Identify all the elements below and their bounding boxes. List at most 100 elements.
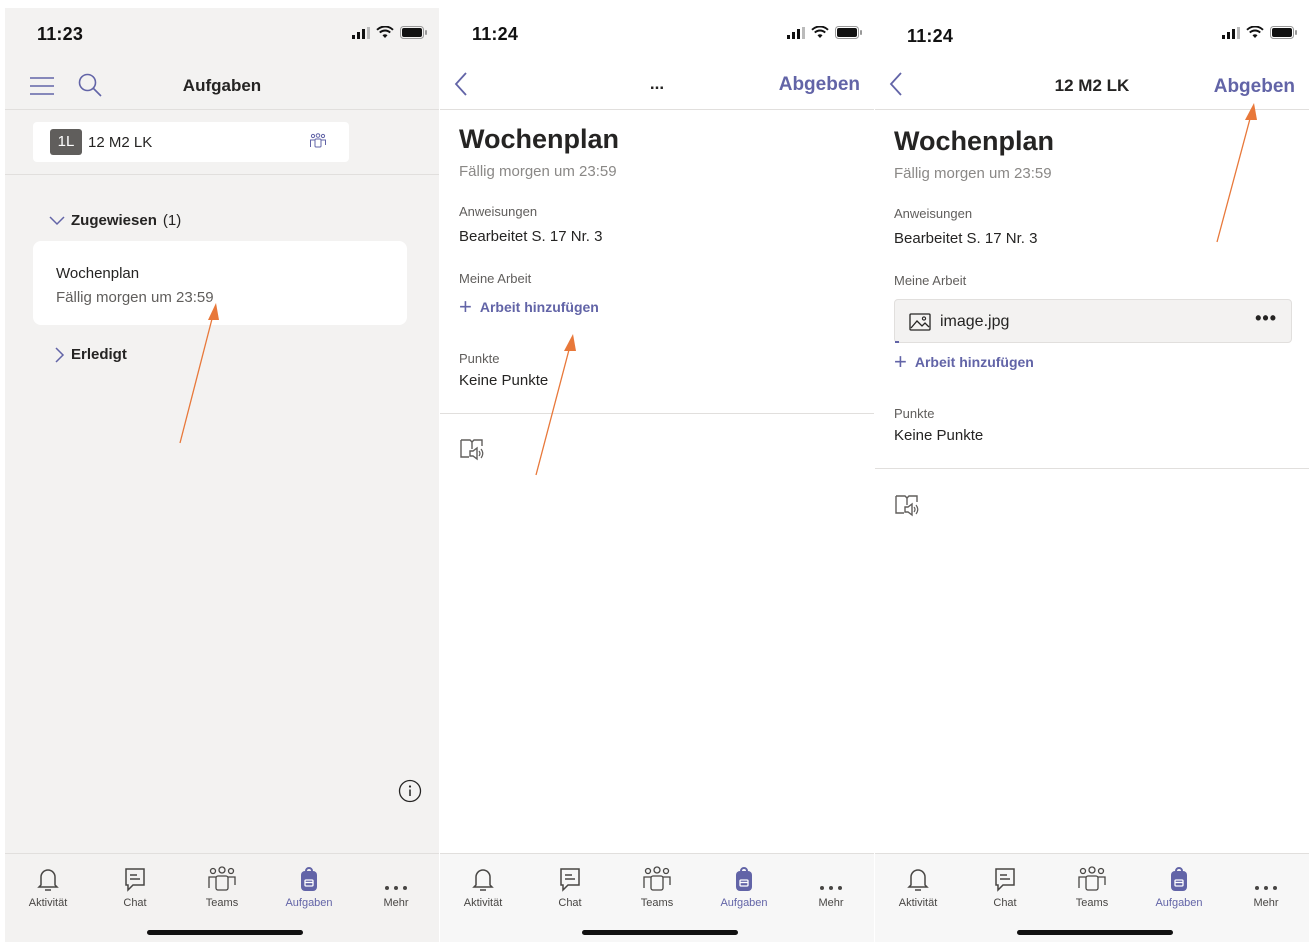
tab-assignments[interactable]: Aufgaben (704, 864, 784, 909)
team-icon (309, 133, 327, 154)
done-section-header[interactable]: Erledigt (55, 346, 127, 363)
home-indicator (1017, 930, 1173, 935)
tab-more[interactable]: Mehr (356, 864, 436, 909)
assigned-label: Zugewiesen (71, 212, 157, 229)
image-file-icon (909, 313, 931, 336)
battery-icon (1270, 26, 1297, 39)
tab-teams[interactable]: Teams (617, 864, 697, 909)
assignment-card[interactable]: Wochenplan Fällig morgen um 23:59 (33, 241, 407, 325)
points-label: Punkte (894, 406, 935, 421)
divider (875, 468, 1309, 469)
instructions-label: Anweisungen (894, 206, 973, 221)
tab-activity[interactable]: Aktivität (443, 864, 523, 909)
page-title: Aufgaben (182, 76, 262, 95)
status-time: 11:24 (472, 24, 519, 44)
assignments-list-screen: 11:23 Aufgaben 1L 12 M2 LK Zugewiesen (1… (5, 8, 439, 942)
my-work-label: Meine Arbeit (459, 271, 532, 286)
backpack-icon (301, 867, 317, 891)
file-more-button[interactable]: ••• (1255, 308, 1277, 329)
tab-teams[interactable]: Teams (1052, 864, 1132, 909)
file-name: image.jpg (940, 313, 1010, 330)
wifi-icon (1246, 26, 1264, 38)
tab-label: Chat (123, 897, 147, 909)
chat-icon (125, 868, 145, 892)
tab-assignments[interactable]: Aufgaben (269, 864, 349, 909)
add-work-label: Arbeit hinzufügen (914, 354, 1034, 370)
submit-button[interactable]: Abgeben (1214, 76, 1295, 98)
class-name: 12 M2 LK (88, 134, 153, 151)
tab-assignments[interactable]: Aufgaben (1139, 864, 1219, 909)
home-indicator (147, 930, 303, 935)
status-bar: 11:24 (875, 8, 1309, 58)
wifi-icon (811, 26, 829, 38)
tab-bar: Aktivität Chat Teams Aufgaben Mehr (875, 853, 1309, 942)
navigation-bar: Aufgaben (5, 64, 439, 110)
tab-label: Aufgaben (720, 897, 768, 909)
battery-icon (835, 26, 862, 39)
tab-label: Teams (205, 897, 239, 909)
more-icon (820, 886, 842, 890)
chat-icon (995, 868, 1015, 892)
status-bar: 11:24 (440, 8, 874, 58)
add-work-button[interactable]: + Arbeit hinzufügen (459, 296, 599, 318)
backpack-icon (1171, 867, 1187, 891)
tab-label: Aktivität (463, 897, 503, 909)
class-avatar: 1L (50, 129, 82, 155)
chat-icon (560, 868, 580, 892)
add-work-label: Arbeit hinzufügen (479, 299, 599, 315)
assignment-title: Wochenplan (894, 126, 1055, 156)
tab-teams[interactable]: Teams (182, 864, 262, 909)
home-indicator (582, 930, 738, 935)
add-work-button[interactable]: + Arbeit hinzufügen (894, 351, 1034, 373)
assigned-section-header[interactable]: Zugewiesen (1) (49, 212, 181, 229)
tab-label: Aufgaben (1155, 897, 1203, 909)
tab-chat[interactable]: Chat (530, 864, 610, 909)
status-bar: 11:23 (5, 8, 439, 58)
immersive-reader-icon[interactable] (894, 492, 920, 523)
tab-more[interactable]: Mehr (1226, 864, 1306, 909)
teams-icon (1078, 866, 1106, 891)
points-value: Keine Punkte (894, 427, 984, 444)
tab-label: Mehr (818, 897, 844, 909)
plus-icon: + (459, 294, 472, 319)
points-label: Punkte (459, 351, 500, 366)
tab-label: Chat (993, 897, 1017, 909)
attached-file[interactable]: image.jpg ••• (894, 299, 1292, 343)
system-icons (352, 26, 427, 39)
class-picker[interactable]: 1L 12 M2 LK (33, 122, 349, 162)
tab-activity[interactable]: Aktivität (8, 864, 88, 909)
upload-progress-bar (895, 341, 899, 343)
screenshot-stage: 11:23 Aufgaben 1L 12 M2 LK Zugewiesen (1… (0, 0, 1310, 942)
divider (5, 109, 439, 110)
bell-icon (907, 869, 929, 891)
tab-label: Teams (640, 897, 674, 909)
system-icons (1222, 26, 1297, 39)
assignment-title: Wochenplan (56, 265, 140, 282)
tab-activity[interactable]: Aktivität (878, 864, 958, 909)
tab-more[interactable]: Mehr (791, 864, 871, 909)
tab-label: Aktivität (28, 897, 68, 909)
status-time: 11:23 (37, 24, 84, 44)
tab-bar: Aktivität Chat Teams Aufgaben Mehr (5, 853, 439, 942)
assignment-detail-with-file-screen: 11:24 12 M2 LK Abgeben Wochenplan Fällig… (875, 8, 1309, 942)
more-icon (1255, 886, 1277, 890)
chevron-right-icon (55, 346, 65, 363)
tab-label: Mehr (383, 897, 409, 909)
tab-label: Teams (1075, 897, 1109, 909)
battery-icon (400, 26, 427, 39)
divider (440, 413, 874, 414)
tab-chat[interactable]: Chat (965, 864, 1045, 909)
submit-button[interactable]: Abgeben (779, 74, 860, 96)
backpack-icon (736, 867, 752, 891)
info-icon[interactable] (398, 779, 422, 808)
divider (440, 109, 874, 110)
divider (5, 174, 439, 175)
tab-label: Aktivität (898, 897, 938, 909)
my-work-label: Meine Arbeit (894, 273, 967, 288)
tab-label: Mehr (1253, 897, 1279, 909)
assignment-title: Wochenplan (459, 124, 620, 154)
navigation-bar: 12 M2 LK Abgeben (875, 64, 1309, 110)
immersive-reader-icon[interactable] (459, 436, 485, 467)
system-icons (787, 26, 862, 39)
tab-chat[interactable]: Chat (95, 864, 175, 909)
